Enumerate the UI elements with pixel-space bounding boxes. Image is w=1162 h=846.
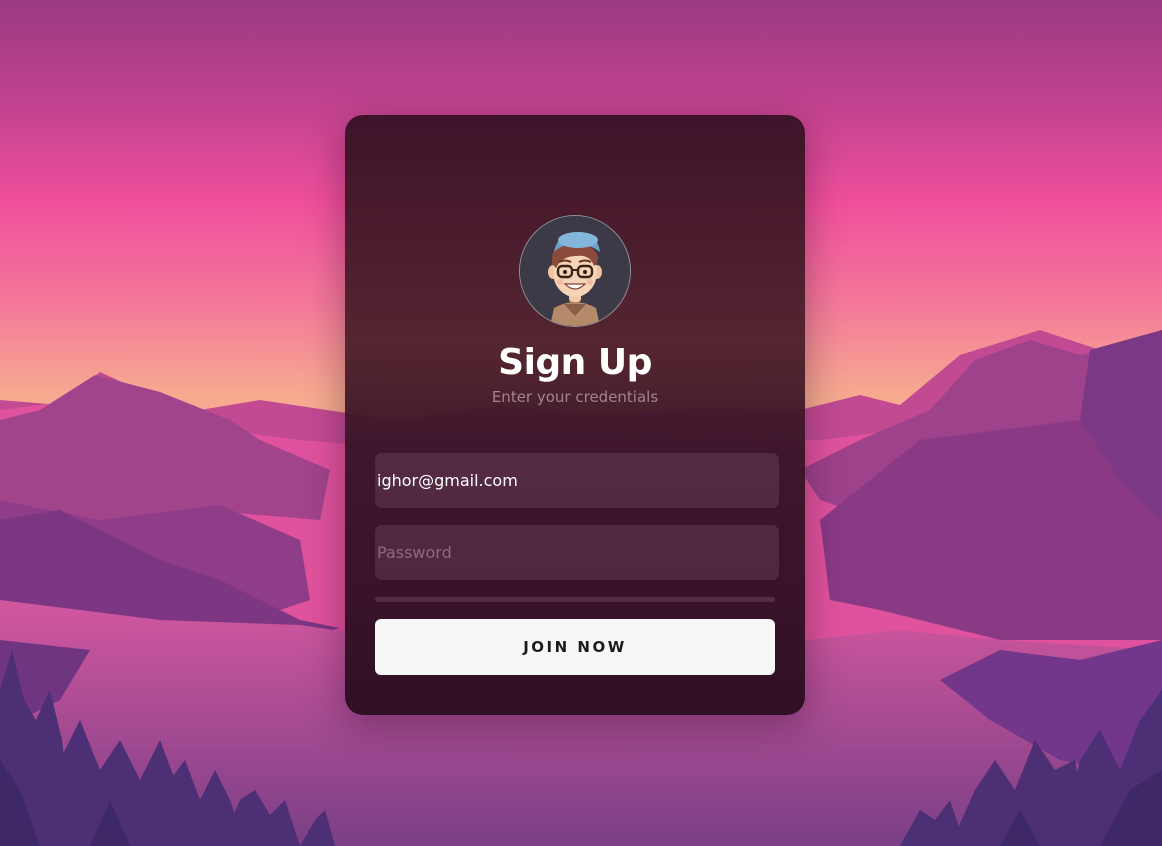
password-strength-bar — [375, 597, 775, 602]
signup-card: Sign Up Enter your credentials JOIN NOW — [345, 115, 805, 715]
join-now-button[interactable]: JOIN NOW — [375, 619, 775, 675]
email-field[interactable] — [375, 453, 779, 508]
password-field[interactable] — [375, 525, 779, 580]
page-title: Sign Up — [498, 342, 652, 383]
avatar — [519, 215, 631, 327]
avatar-cartoon-person-icon — [520, 216, 630, 326]
page-subtitle: Enter your credentials — [491, 388, 659, 406]
